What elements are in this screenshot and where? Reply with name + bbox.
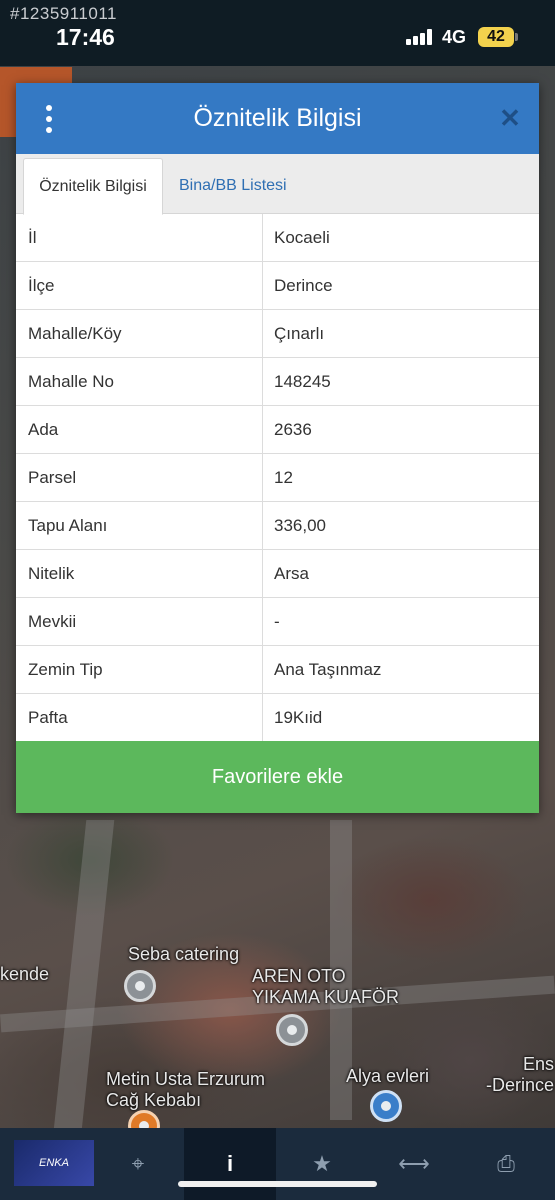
- table-row: Mevkii -: [16, 598, 539, 646]
- lodging-pin-icon[interactable]: [370, 1090, 402, 1122]
- attribute-key: İlçe: [28, 276, 55, 295]
- attribute-value: Derince: [274, 276, 333, 295]
- table-row: Parsel 12: [16, 454, 539, 502]
- table-row: Nitelik Arsa: [16, 550, 539, 598]
- cell-divider: [262, 550, 263, 598]
- table-row: Ada 2636: [16, 406, 539, 454]
- status-bar: #1235911011 17:46 4G 42: [0, 0, 555, 66]
- clock: 17:46: [56, 24, 115, 50]
- call-id-text: #1235911011: [10, 4, 117, 23]
- map-label-metin[interactable]: Metin Usta Erzurum Cağ Kebabı: [106, 1069, 265, 1111]
- dialog-tabs: Öznitelik Bilgisi Bina/BB Listesi: [16, 154, 539, 215]
- tab-building-list[interactable]: Bina/BB Listesi: [179, 158, 287, 214]
- add-to-favorites-button[interactable]: Favorilere ekle: [16, 741, 539, 813]
- bottom-toolbar: ENKA ⌖ i ★ ⟷ ⎙: [0, 1128, 555, 1200]
- attribute-key: İl: [28, 228, 37, 247]
- attribute-key: Tapu Alanı: [28, 516, 108, 535]
- cell-divider: [262, 646, 263, 694]
- table-row: Mahalle/Köy Çınarlı: [16, 310, 539, 358]
- close-icon[interactable]: ✕: [497, 105, 523, 131]
- info-icon[interactable]: i: [184, 1128, 276, 1200]
- map-label-seba[interactable]: Seba catering: [128, 944, 239, 965]
- dialog-title: Öznitelik Bilgisi: [193, 104, 362, 132]
- map-label-alya[interactable]: Alya evleri: [346, 1066, 429, 1087]
- dialog-header: Öznitelik Bilgisi ✕: [16, 83, 539, 154]
- more-menu-icon[interactable]: [44, 105, 54, 133]
- attribute-value: 19Kıid: [274, 708, 323, 727]
- table-row: Tapu Alanı 336,00: [16, 502, 539, 550]
- attribute-value: Ana Taşınmaz: [274, 660, 382, 679]
- attribute-value: 336,00: [274, 516, 326, 535]
- attribute-key: Mahalle No: [28, 372, 114, 391]
- cell-divider: [262, 310, 263, 358]
- print-icon[interactable]: ⎙: [460, 1128, 552, 1200]
- attribute-key: Parsel: [28, 468, 77, 487]
- measure-icon[interactable]: ⟷: [368, 1128, 460, 1200]
- table-row: İl Kocaeli: [16, 214, 539, 262]
- tab-attribute-info[interactable]: Öznitelik Bilgisi: [23, 158, 163, 215]
- cell-divider: [262, 214, 263, 262]
- network-type: 4G: [442, 27, 467, 47]
- cell-divider: [262, 406, 263, 454]
- star-icon[interactable]: ★: [276, 1128, 368, 1200]
- cell-divider: [262, 694, 263, 742]
- cell-divider: [262, 598, 263, 646]
- attribute-value: Arsa: [274, 564, 309, 583]
- map-pin-icon[interactable]: [124, 970, 156, 1002]
- battery-tip: [515, 33, 518, 41]
- crosshair-icon[interactable]: ⌖: [92, 1128, 184, 1200]
- attribute-value: Çınarlı: [274, 324, 325, 343]
- attribute-table: İl Kocaeli İlçe Derince Mahalle/Köy Çınarlı Ma…: [16, 214, 539, 742]
- map-label-derince[interactable]: Ens -Derince: [486, 1054, 554, 1096]
- battery-icon: 42: [478, 27, 514, 47]
- attribute-key: Mahalle/Köy: [28, 324, 122, 343]
- cell-divider: [262, 358, 263, 406]
- attribute-key: Nitelik: [28, 564, 75, 583]
- home-indicator: [178, 1181, 377, 1187]
- attribute-info-dialog: Öznitelik Bilgisi ✕ Öznitelik Bilgisi Bi…: [16, 83, 539, 813]
- map-label-aren[interactable]: AREN OTO YIKAMA KUAFÖR: [252, 966, 399, 1008]
- attribute-value: 12: [274, 468, 293, 487]
- attribute-key: Ada: [28, 420, 59, 439]
- attribute-value: Kocaeli: [274, 228, 330, 247]
- attribute-key: Zemin Tip: [28, 660, 103, 679]
- cell-divider: [262, 502, 263, 550]
- cell-divider: [262, 262, 263, 310]
- map-label-kende[interactable]: kende: [0, 964, 49, 985]
- table-row: Pafta 19Kıid: [16, 694, 539, 742]
- cell-divider: [262, 454, 263, 502]
- map-pin-icon[interactable]: [276, 1014, 308, 1046]
- attribute-key: Mevkii: [28, 612, 77, 631]
- table-row: Zemin Tip Ana Taşınmaz: [16, 646, 539, 694]
- attribute-key: Pafta: [28, 708, 68, 727]
- attribute-value: 148245: [274, 372, 331, 391]
- signal-icon: [406, 29, 432, 45]
- table-row: Mahalle No 148245: [16, 358, 539, 406]
- table-row: İlçe Derince: [16, 262, 539, 310]
- app-logo: ENKA: [14, 1140, 94, 1186]
- attribute-value: 2636: [274, 420, 312, 439]
- attribute-value: -: [274, 612, 280, 631]
